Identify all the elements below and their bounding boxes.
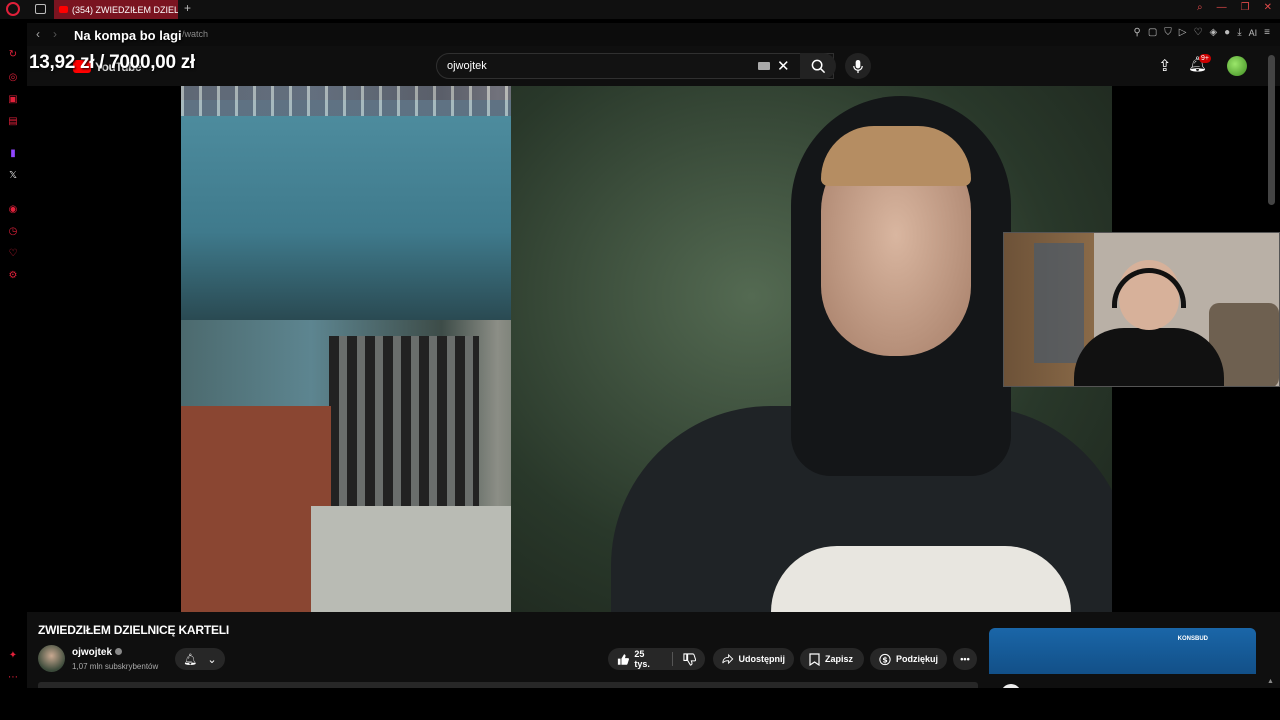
scene-gate	[329, 336, 479, 506]
streamer-webcam	[1003, 232, 1280, 387]
menu-icon[interactable]: ≡	[1264, 27, 1270, 38]
keyboard-icon[interactable]	[758, 62, 770, 70]
save-icon	[809, 652, 820, 666]
snapshot-icon[interactable]: ▢	[1148, 27, 1157, 38]
page-scrollbar[interactable]	[1268, 55, 1275, 205]
ai-button[interactable]: AI	[1249, 28, 1258, 38]
opera-icon[interactable]	[6, 2, 20, 16]
download-icon[interactable]: ⤓	[1237, 27, 1241, 38]
shop-icon[interactable]: ▤	[7, 115, 19, 127]
scroll-up-icon[interactable]: ▲	[1267, 678, 1274, 685]
channel-name-row[interactable]: ojwojtek	[72, 647, 123, 658]
player-icon[interactable]: ◉	[7, 203, 19, 215]
shield-icon[interactable]: ⛉	[1164, 27, 1172, 38]
save-label: Zapisz	[825, 654, 854, 664]
forward-button[interactable]: ›	[53, 27, 57, 41]
scene-person-hair	[821, 126, 971, 186]
video-info-section: ZWIEDZIŁEM DZIELNICĘ KARTELI ojwojtek 1,…	[27, 612, 1280, 688]
scene-red-door	[181, 406, 331, 612]
youtube-favicon-icon	[59, 6, 68, 13]
url-field[interactable]: /watch	[182, 29, 208, 39]
scene-building	[181, 100, 541, 320]
flow-icon[interactable]: ▷	[1179, 27, 1187, 38]
search-box[interactable]: ojwojtek ✕	[436, 53, 834, 79]
share-label: Udostępnij	[738, 654, 786, 664]
heart-icon[interactable]: ♡	[1194, 27, 1203, 38]
stream-goal-label: Na kompa bo lagi	[74, 28, 182, 43]
clear-search-icon[interactable]: ✕	[777, 57, 790, 75]
voice-search-button[interactable]	[845, 53, 871, 79]
window-controls: ⌕ — ❐ ✕	[1197, 2, 1272, 13]
scene-wall	[311, 506, 511, 612]
settings-icon[interactable]: ⚙	[7, 269, 19, 281]
like-button[interactable]: 25 tys.	[617, 649, 661, 669]
twitch-icon[interactable]: ▮	[7, 147, 19, 159]
search-tabs-icon[interactable]: ⌕	[1197, 2, 1203, 13]
address-bar: ‹ › /watch ⚲ ▢ ⛉ ▷ ♡ ◈ ● ⤓ AI ≡	[27, 23, 1280, 46]
like-divider	[672, 652, 673, 666]
stream-goal-amount: 13,92 zł / 7000,00 zł	[29, 52, 195, 73]
messenger-icon[interactable]: ◎	[7, 71, 19, 83]
bookmarks-icon[interactable]: ♡	[7, 247, 19, 259]
browser-sidebar: ↻ ◎ ▣ ▤ ▮ 𝕏 ◉ ◷ ♡ ⚙ ✦ ⋯	[0, 19, 27, 720]
tab-active[interactable]: (354) ZWIEDZIŁEM DZIEL	[54, 0, 178, 19]
puzzle-icon[interactable]: ◈	[1209, 27, 1217, 38]
youtube-header: YouTube ojwojtek ✕ ⇪ 🔔︎ 9+	[27, 46, 1280, 86]
side-card-strip	[989, 674, 1256, 688]
mic-icon	[853, 59, 863, 73]
history-icon[interactable]: ◷	[7, 225, 19, 237]
tab-overview-icon[interactable]	[35, 4, 46, 14]
like-dislike-group: 25 tys.	[608, 648, 705, 670]
extensions-icon[interactable]: ✦	[7, 649, 19, 661]
chevron-down-icon: ⌄	[207, 653, 217, 666]
extension-toolbar: ⚲ ▢ ⛉ ▷ ♡ ◈ ● ⤓ AI ≡	[1134, 27, 1270, 38]
browser-tabstrip: (354) ZWIEDZIŁEM DZIEL + ⌕ — ❐ ✕	[0, 0, 1280, 19]
tab-title: (354) ZWIEDZIŁEM DZIEL	[72, 4, 178, 15]
notification-badge: 9+	[1199, 54, 1211, 63]
pinboard-icon[interactable]: ▣	[7, 93, 19, 105]
verified-icon	[115, 648, 123, 655]
bell-outline-icon: 🔔︎	[183, 653, 198, 666]
close-icon[interactable]: ✕	[1264, 2, 1272, 13]
more-actions-button[interactable]: •••	[953, 648, 977, 670]
search-icon	[811, 59, 825, 73]
thanks-icon: $	[879, 653, 891, 665]
share-button[interactable]: Udostępnij	[713, 648, 794, 670]
like-count: 25 tys.	[634, 649, 650, 669]
webcam-body	[1074, 328, 1224, 386]
svg-text:$: $	[882, 655, 887, 664]
subscription-bell-button[interactable]: 🔔︎ ⌄	[175, 648, 225, 670]
video-title: ZWIEDZIŁEM DZIELNICĘ KARTELI	[38, 623, 230, 637]
profile-icon[interactable]: ●	[1224, 27, 1230, 38]
minimize-icon[interactable]: —	[1217, 2, 1227, 13]
save-button[interactable]: Zapisz	[800, 648, 864, 670]
side-recommendation-card[interactable]: KONSBUD	[989, 628, 1256, 688]
account-avatar[interactable]	[1227, 56, 1247, 76]
video-frame[interactable]	[181, 86, 1112, 612]
subscriber-count: 1,07 mln subskrybentów	[72, 662, 159, 671]
channel-name[interactable]: ojwojtek	[72, 647, 112, 658]
search-button[interactable]	[800, 53, 836, 79]
refresh-icon[interactable]: ↻	[7, 48, 19, 60]
channel-avatar[interactable]	[38, 645, 65, 672]
dislike-icon	[683, 652, 696, 666]
thanks-button[interactable]: $ Podziękuj	[870, 648, 947, 670]
search-input[interactable]: ojwojtek	[447, 60, 487, 72]
x-icon[interactable]: 𝕏	[7, 169, 19, 181]
side-card-logo: KONSBUD	[1177, 636, 1208, 642]
webcam-streamer	[1064, 248, 1234, 386]
restore-icon[interactable]: ❐	[1241, 2, 1250, 13]
upload-icon[interactable]: ⇪	[1158, 56, 1171, 76]
back-button[interactable]: ‹	[36, 27, 40, 41]
pin-icon[interactable]: ⚲	[1134, 27, 1141, 38]
scene-sweater-print	[771, 546, 1071, 612]
thanks-label: Podziękuj	[895, 654, 938, 664]
more-icon[interactable]: ⋯	[7, 671, 19, 683]
like-icon	[617, 653, 630, 665]
share-icon	[722, 653, 734, 665]
new-tab-button[interactable]: +	[184, 1, 191, 15]
dislike-button[interactable]	[683, 652, 696, 666]
bottom-bar	[0, 688, 1280, 720]
